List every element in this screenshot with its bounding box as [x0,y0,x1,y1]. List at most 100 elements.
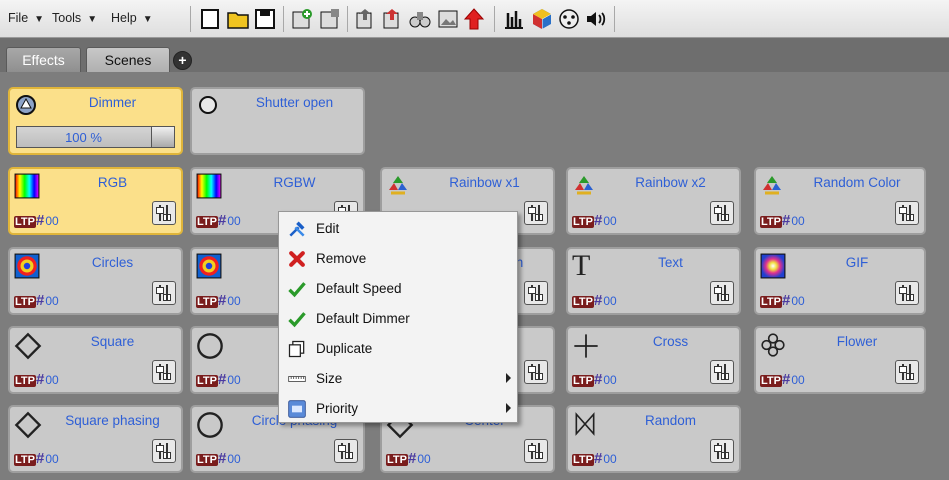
menu-tools[interactable]: Tools ▼ [52,11,97,25]
effect-title: Text [658,255,683,270]
open-icon[interactable] [226,7,250,31]
cube-icon[interactable] [530,7,554,31]
save-icon[interactable] [253,7,277,31]
effect-card-circles[interactable]: Circles LTP#00 [8,247,183,315]
fader-icon[interactable] [710,439,734,463]
fader-icon[interactable] [895,201,919,225]
menu-bar: File ▼ Tools ▼ Help ▼ [0,0,949,38]
fader-icon[interactable] [524,439,548,463]
circles-icon [196,253,222,279]
effect-card-dimmer[interactable]: Dimmer 100 % [8,87,183,155]
menu-item-default-speed[interactable]: Default Speed [279,273,517,303]
menu-help[interactable]: Help ▼ [111,11,153,25]
effect-title: Square phasing [65,413,160,428]
menu-item-label: Remove [316,251,367,266]
dimmer-slider[interactable]: 100 % [16,126,175,148]
priority-indicator: LTP#00 [760,371,805,388]
chart-icon[interactable] [502,7,526,31]
priority-indicator: LTP#00 [572,212,617,229]
priority-indicator: LTP#00 [196,292,241,309]
import-icon[interactable] [381,7,405,31]
menu-item-label: Default Dimmer [316,311,410,326]
effect-card-square[interactable]: Square LTP#00 [8,326,183,394]
fader-icon[interactable] [524,281,548,305]
fader-icon[interactable] [152,201,176,225]
dimmer-value: 100 % [65,130,102,145]
menu-item-priority[interactable]: Priority [279,393,517,423]
add-tab-button[interactable]: + [173,51,192,70]
circle-icon [197,412,223,438]
dimmer-icon [16,95,36,115]
effect-card-rgb[interactable]: RGB LTP#00 [8,167,183,235]
tab-effects[interactable]: Effects [6,47,81,72]
square-icon [14,411,42,439]
effect-title: Rainbow x1 [449,175,520,190]
edit-icon[interactable] [318,7,342,31]
menu-item-size[interactable]: Size [279,363,517,393]
tools-icon [289,221,305,237]
context-menu: Edit Remove Default Speed Default Dimmer… [278,211,518,423]
cross-icon [574,334,598,358]
arrow-up-icon[interactable] [462,7,486,31]
rgb-spectrum-icon [196,173,222,199]
effect-title: Circles [91,255,134,270]
duplicate-icon [288,340,305,358]
menu-item-label: Size [316,371,343,386]
menu-item-label: Default Speed [316,281,402,296]
circle-icon [197,333,223,359]
flower-icon [761,333,785,357]
effect-title: RGB [97,175,128,190]
rainbow-cycle-icon [389,176,407,195]
image-icon[interactable] [436,7,460,31]
effect-title: Rainbow x2 [635,175,706,190]
effect-card-square-phasing[interactable]: Square phasing LTP#00 [8,405,183,473]
effect-card-text[interactable]: T Text LTP#00 [566,247,741,315]
fader-icon[interactable] [152,281,176,305]
export-icon[interactable] [354,7,378,31]
effect-card-shutter-open[interactable]: Shutter open [190,87,365,155]
priority-indicator: LTP#00 [196,450,241,467]
effect-card-random[interactable]: Random LTP#00 [566,405,741,473]
priority-indicator: LTP#00 [572,371,617,388]
fader-icon[interactable] [152,360,176,384]
fader-icon[interactable] [895,360,919,384]
fader-icon[interactable] [152,439,176,463]
fader-icon[interactable] [524,360,548,384]
fader-icon[interactable] [524,201,548,225]
menu-item-label: Duplicate [316,341,373,356]
gif-icon [760,253,786,279]
speaker-icon[interactable] [584,7,608,31]
fader-icon[interactable] [710,201,734,225]
add-icon[interactable] [290,7,314,31]
binoculars-icon[interactable] [408,7,432,31]
effect-card-rainbow-x2[interactable]: Rainbow x2 LTP#00 [566,167,741,235]
effect-title: Dimmer [88,95,137,110]
menu-item-duplicate[interactable]: Duplicate [279,333,517,363]
tab-scenes[interactable]: Scenes [86,47,170,72]
dmx-icon[interactable] [557,7,581,31]
priority-indicator: LTP#00 [196,371,241,388]
effect-card-gif[interactable]: GIF LTP#00 [754,247,926,315]
priority-indicator: LTP#00 [760,292,805,309]
menu-item-default-dimmer[interactable]: Default Dimmer [279,303,517,333]
shutter-icon [199,96,217,114]
fader-icon[interactable] [895,281,919,305]
priority-indicator: LTP#00 [196,212,241,229]
rainbow-cycle-icon [763,176,781,195]
fader-icon[interactable] [710,281,734,305]
menu-item-edit[interactable]: Edit [279,213,517,243]
effect-card-cross[interactable]: Cross LTP#00 [566,326,741,394]
slider-handle[interactable] [151,127,174,147]
effect-title: Random [644,413,697,428]
menu-item-remove[interactable]: Remove [279,243,517,273]
effect-title: GIF [845,255,869,270]
fader-icon[interactable] [710,360,734,384]
menu-file[interactable]: File ▼ [8,11,44,25]
effect-card-flower[interactable]: Flower LTP#00 [754,326,926,394]
new-icon[interactable] [198,7,222,31]
fader-icon[interactable] [334,439,358,463]
effect-title: Cross [652,334,689,349]
effect-card-random-color[interactable]: Random Color LTP#00 [754,167,926,235]
ruler-icon [288,376,306,382]
remove-icon [289,251,305,267]
